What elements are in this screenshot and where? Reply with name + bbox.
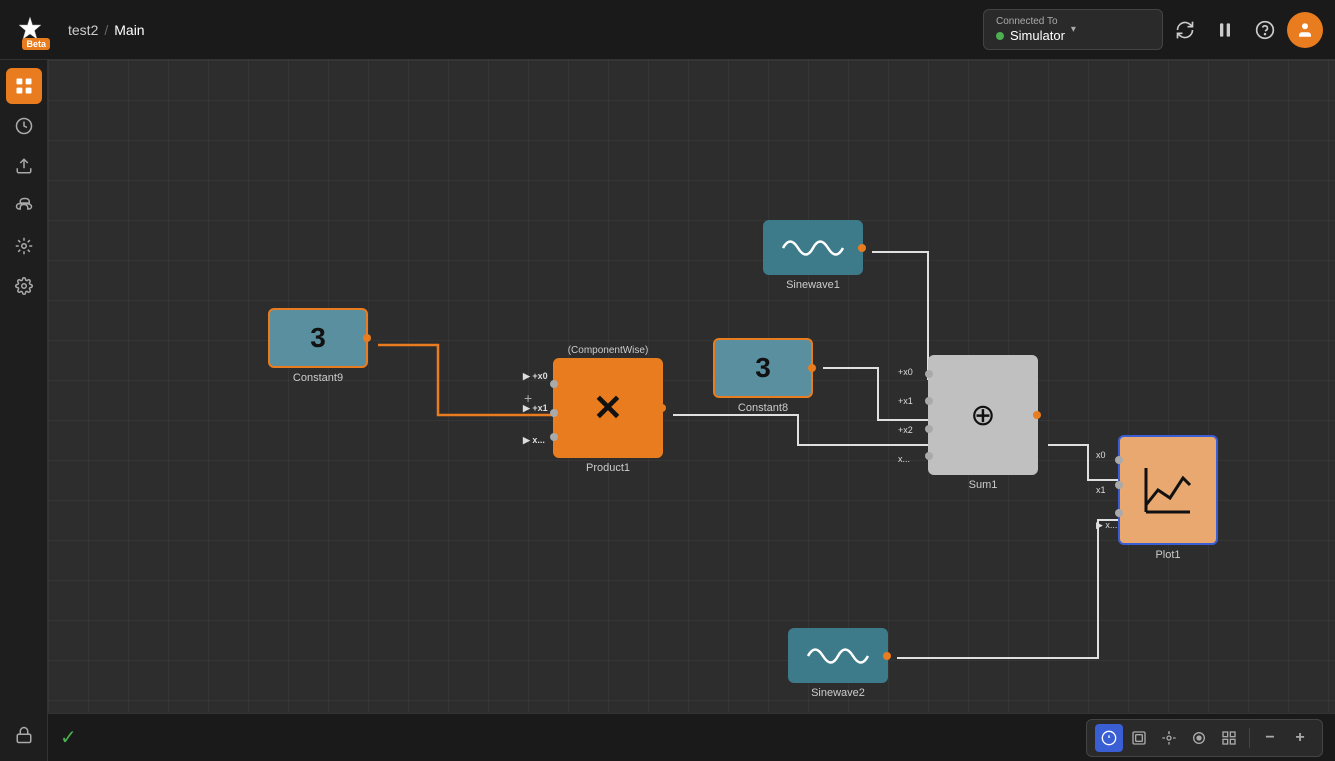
product1-in0-label: ▶ +x0 bbox=[523, 371, 548, 382]
constant8-value: 3 bbox=[755, 352, 771, 384]
node-sinewave2[interactable]: Sinewave2 bbox=[788, 628, 888, 699]
beta-badge: Beta bbox=[22, 38, 50, 50]
sum1-symbol: ⊕ bbox=[970, 398, 995, 433]
status-check-icon: ✓ bbox=[60, 725, 77, 750]
sync-button[interactable] bbox=[1167, 12, 1203, 48]
product1-in1-port[interactable] bbox=[550, 409, 558, 417]
topbar: Beta test2 / Main Connected To Simulator… bbox=[0, 0, 1335, 60]
sidebar-item-settings[interactable] bbox=[6, 268, 42, 304]
tool-move-button[interactable] bbox=[1155, 724, 1183, 752]
plot1-label: Plot1 bbox=[1155, 549, 1180, 561]
canvas[interactable]: 3 Constant9 + (ComponentWise) ▶ +x0 ▶ +x… bbox=[48, 60, 1335, 713]
sum1-in2-port[interactable] bbox=[925, 425, 933, 433]
product1-in0-port[interactable] bbox=[550, 380, 558, 388]
plot1-inN-port[interactable] bbox=[1115, 509, 1123, 517]
product1-in1-label: ▶ +x1 bbox=[523, 403, 548, 414]
node-product1[interactable]: (ComponentWise) ▶ +x0 ▶ +x1 ▶ x... ✕ Pro… bbox=[553, 345, 663, 474]
sinewave1-box bbox=[763, 220, 863, 275]
product1-label: Product1 bbox=[586, 462, 630, 474]
sidebar-item-grid[interactable] bbox=[6, 68, 42, 104]
connection-selector[interactable]: Connected To Simulator ▾ bbox=[983, 9, 1163, 50]
product1-top-label: (ComponentWise) bbox=[568, 345, 649, 356]
sum1-in0-port[interactable] bbox=[925, 370, 933, 378]
constant9-box: 3 bbox=[268, 308, 368, 368]
tool-record-button[interactable] bbox=[1185, 724, 1213, 752]
constant8-out-port[interactable] bbox=[808, 364, 816, 372]
connections-svg bbox=[48, 60, 1335, 713]
sidebar-item-registry[interactable] bbox=[6, 228, 42, 264]
tool-zoom-out-button[interactable]: − bbox=[1256, 724, 1284, 752]
tool-divider bbox=[1249, 728, 1250, 748]
plot1-box: x0 x1 ▶ x... bbox=[1118, 435, 1218, 545]
sum1-in2-label: +x2 bbox=[898, 425, 913, 435]
tool-grid-button[interactable] bbox=[1215, 724, 1243, 752]
plot1-inN-label: ▶ x... bbox=[1096, 520, 1117, 531]
plot1-in0-port[interactable] bbox=[1115, 456, 1123, 464]
sinewave2-box bbox=[788, 628, 888, 683]
tool-info-button[interactable] bbox=[1095, 724, 1123, 752]
sidebar-item-lock[interactable] bbox=[6, 717, 42, 753]
sidebar-item-history[interactable] bbox=[6, 108, 42, 144]
sinewave2-label: Sinewave2 bbox=[811, 687, 865, 699]
sum1-box: +x0 +x1 +x2 x... ⊕ bbox=[928, 355, 1038, 475]
connection-value: Simulator bbox=[1010, 28, 1065, 43]
chevron-down-icon: ▾ bbox=[1071, 24, 1076, 35]
product1-inN-label: ▶ x... bbox=[523, 435, 548, 446]
plot1-in1-label: x1 bbox=[1096, 485, 1117, 495]
user-avatar[interactable] bbox=[1287, 12, 1323, 48]
breadcrumb: test2 / Main bbox=[68, 22, 145, 38]
constant8-box: 3 bbox=[713, 338, 813, 398]
sinewave2-out-port[interactable] bbox=[883, 652, 891, 660]
node-constant8[interactable]: 3 Constant8 bbox=[713, 338, 813, 414]
sum1-in0-label: +x0 bbox=[898, 367, 913, 377]
help-button[interactable] bbox=[1247, 12, 1283, 48]
constant9-out-port[interactable] bbox=[363, 334, 371, 342]
tool-zoom-in-button[interactable]: + bbox=[1286, 724, 1314, 752]
sum1-in1-port[interactable] bbox=[925, 397, 933, 405]
breadcrumb-sep: / bbox=[104, 22, 108, 38]
sum1-label: Sum1 bbox=[969, 479, 998, 491]
node-constant9[interactable]: 3 Constant9 bbox=[268, 308, 368, 384]
product1-inN-port[interactable] bbox=[550, 433, 558, 441]
connection-status-dot bbox=[996, 32, 1004, 40]
tool-screenshot-button[interactable] bbox=[1125, 724, 1153, 752]
bottom-tools: − + bbox=[1086, 719, 1323, 757]
constant8-label: Constant8 bbox=[738, 402, 788, 414]
connection-label: Connected To bbox=[996, 16, 1065, 27]
project-name[interactable]: test2 bbox=[68, 22, 98, 38]
bottombar: ✓ − + bbox=[48, 713, 1335, 761]
logo: Beta bbox=[12, 12, 48, 48]
product1-symbol: ✕ bbox=[593, 387, 623, 429]
node-sum1[interactable]: +x0 +x1 +x2 x... ⊕ Sum1 bbox=[928, 355, 1038, 491]
sum1-in1-label: +x1 bbox=[898, 396, 913, 406]
page-name[interactable]: Main bbox=[114, 22, 144, 38]
product1-box: ▶ +x0 ▶ +x1 ▶ x... ✕ bbox=[553, 358, 663, 458]
sidebar-item-python[interactable] bbox=[6, 188, 42, 224]
sinewave1-label: Sinewave1 bbox=[786, 279, 840, 291]
plot1-in1-port[interactable] bbox=[1115, 481, 1123, 489]
node-plot1[interactable]: x0 x1 ▶ x... Plot1 bbox=[1118, 435, 1218, 561]
constant9-value: 3 bbox=[310, 322, 326, 354]
sidebar-item-export[interactable] bbox=[6, 148, 42, 184]
pause-button[interactable] bbox=[1207, 12, 1243, 48]
zoom-in-icon: + bbox=[1295, 729, 1304, 747]
sinewave1-out-port[interactable] bbox=[858, 244, 866, 252]
sum1-inN-port[interactable] bbox=[925, 452, 933, 460]
sidebar bbox=[0, 60, 48, 761]
logo-area: Beta bbox=[12, 12, 48, 48]
plot1-in0-label: x0 bbox=[1096, 450, 1117, 460]
sum1-inN-label: x... bbox=[898, 454, 913, 464]
node-sinewave1[interactable]: Sinewave1 bbox=[763, 220, 863, 291]
zoom-out-icon: − bbox=[1265, 729, 1274, 747]
product1-out-port[interactable] bbox=[658, 404, 666, 412]
constant9-label: Constant9 bbox=[293, 372, 343, 384]
sum1-out-port[interactable] bbox=[1033, 411, 1041, 419]
